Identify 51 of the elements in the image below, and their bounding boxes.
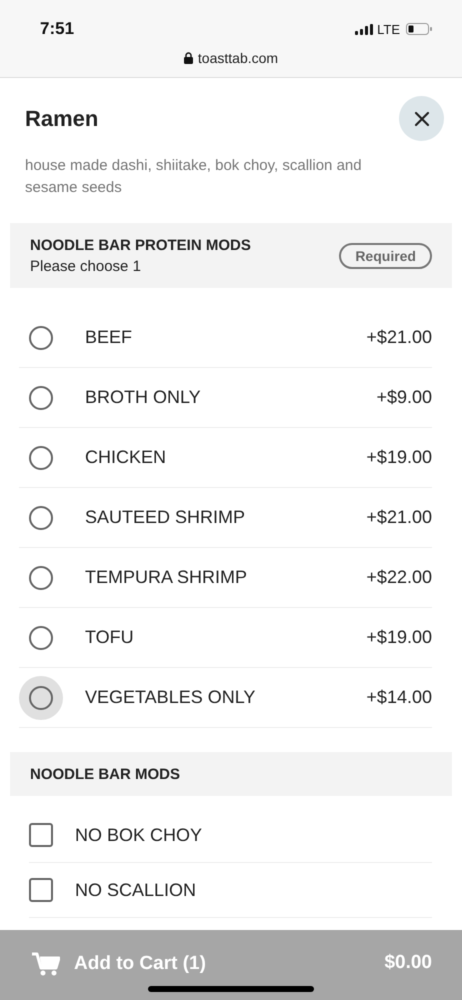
option-label: NO BOK CHOY: [75, 824, 204, 846]
option-price: +$19.00: [366, 447, 432, 468]
option-label: CHICKEN: [85, 447, 168, 468]
lock-icon: [184, 52, 193, 64]
required-badge: Required: [339, 243, 432, 269]
option-price: +$21.00: [366, 327, 432, 348]
cart-total: $0.00: [384, 952, 432, 974]
radio-button[interactable]: [29, 446, 53, 470]
item-title: Ramen: [25, 106, 98, 132]
option-price: +$21.00: [366, 507, 432, 528]
checkbox[interactable]: [29, 823, 53, 847]
option-row[interactable]: NO BOK CHOY: [29, 808, 432, 863]
option-label: TOFU: [85, 627, 135, 648]
battery-icon: [406, 23, 432, 35]
option-row[interactable]: SAUTEED SHRIMP +$21.00: [19, 488, 432, 548]
section-title: NOODLE BAR MODS: [30, 766, 180, 783]
network-label: LTE: [377, 22, 400, 36]
option-label: TEMPURA SHRIMP: [85, 567, 248, 588]
cart-label: Add to Cart (1): [74, 953, 206, 975]
option-label: BROTH ONLY: [85, 387, 202, 408]
signal-icon: [355, 24, 374, 34]
option-price: +$9.00: [376, 387, 432, 408]
option-price: +$22.00: [366, 567, 432, 588]
option-row[interactable]: BEEF +$21.00: [19, 308, 432, 368]
option-row[interactable]: TOFU +$19.00: [19, 608, 432, 668]
close-button[interactable]: [399, 96, 444, 141]
cart-icon: [32, 952, 60, 976]
checkbox[interactable]: [29, 878, 53, 902]
option-price: +$19.00: [366, 627, 432, 648]
option-row[interactable]: BROTH ONLY +$9.00: [19, 368, 432, 428]
url-text[interactable]: toasttab.com: [198, 50, 278, 66]
section-title: NOODLE BAR PROTEIN MODS: [30, 237, 251, 254]
option-label: BEEF: [85, 327, 134, 348]
radio-button[interactable]: [29, 506, 53, 530]
option-row[interactable]: TEMPURA SHRIMP +$22.00: [19, 548, 432, 608]
radio-button[interactable]: [29, 626, 53, 650]
option-price: +$14.00: [366, 687, 432, 708]
item-description: house made dashi, shiitake, bok choy, scallion and sesame seeds: [25, 156, 363, 198]
radio-button[interactable]: [29, 386, 53, 410]
option-row[interactable]: NO SCALLION: [29, 863, 432, 918]
section-subtitle: Please choose 1: [30, 258, 142, 275]
close-icon: [414, 110, 430, 126]
option-label: SAUTEED SHRIMP: [85, 507, 246, 528]
option-row[interactable]: CHICKEN +$19.00: [19, 428, 432, 488]
radio-button[interactable]: [29, 686, 53, 710]
radio-button[interactable]: [29, 566, 53, 590]
radio-button[interactable]: [29, 326, 53, 350]
option-label: VEGETABLES ONLY: [85, 687, 256, 708]
option-row[interactable]: VEGETABLES ONLY +$14.00: [19, 668, 432, 728]
status-time: 7:51: [40, 19, 74, 39]
option-label: NO SCALLION: [75, 880, 198, 900]
